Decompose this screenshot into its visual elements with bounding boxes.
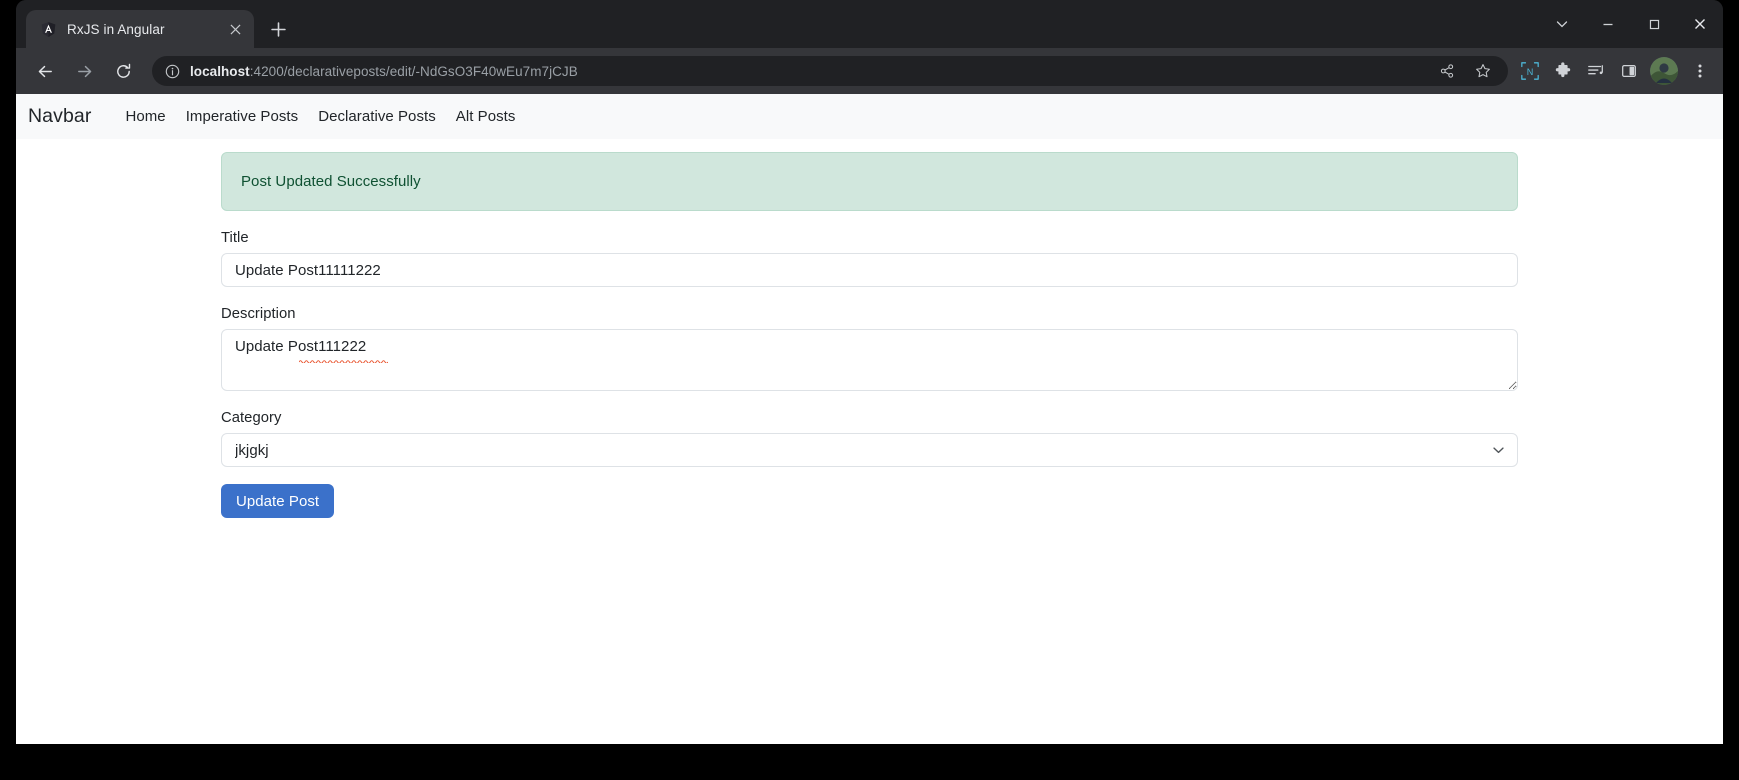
nav-link-home[interactable]: Home: [115, 108, 175, 125]
browser-window: RxJS in Angular localhost:4200/declarati…: [16, 0, 1723, 744]
update-post-button[interactable]: Update Post: [221, 484, 335, 518]
back-icon[interactable]: [30, 56, 60, 86]
nav-link-alt-posts[interactable]: Alt Posts: [446, 108, 526, 125]
title-input[interactable]: [221, 253, 1518, 287]
description-label: Description: [221, 306, 296, 322]
description-field-group: Description Update Post111222: [221, 306, 1518, 391]
nav-link-imperative-posts[interactable]: Imperative Posts: [176, 108, 309, 125]
close-window-icon[interactable]: [1677, 3, 1723, 45]
puzzle-extensions-icon[interactable]: [1547, 56, 1578, 87]
category-field-group: Category jkjgkj: [221, 410, 1518, 467]
forward-icon[interactable]: [69, 56, 99, 86]
new-tab-icon[interactable]: [263, 14, 293, 44]
description-textarea[interactable]: Update Post111222: [221, 329, 1518, 391]
browser-tab[interactable]: RxJS in Angular: [26, 10, 254, 48]
category-label: Category: [221, 410, 282, 426]
title-label: Title: [221, 230, 249, 246]
minimize-icon[interactable]: [1585, 3, 1631, 45]
nav-link-declarative-posts[interactable]: Declarative Posts: [308, 108, 446, 125]
browser-toolbar: localhost:4200/declarativeposts/edit/-Nd…: [16, 48, 1723, 94]
share-icon[interactable]: [1434, 58, 1460, 84]
category-select-wrapper: jkjgkj: [221, 433, 1518, 467]
angular-logo-icon: [40, 21, 57, 38]
page-content: Post Updated Successfully Title Descript…: [16, 139, 1723, 518]
info-circle-icon[interactable]: [165, 64, 180, 79]
navbar-brand[interactable]: Navbar: [28, 105, 91, 128]
svg-text:N: N: [1526, 67, 1533, 77]
url-host: localhost: [190, 63, 250, 79]
app-navbar: Navbar Home Imperative Posts Declarative…: [16, 94, 1723, 139]
description-wrapper: Update Post111222: [221, 329, 1518, 391]
success-alert: Post Updated Successfully: [221, 152, 1518, 211]
star-icon[interactable]: [1470, 58, 1496, 84]
maximize-icon[interactable]: [1631, 3, 1677, 45]
desktop-background: RxJS in Angular localhost:4200/declarati…: [0, 0, 1739, 780]
title-field-group: Title: [221, 230, 1518, 287]
side-panel-icon[interactable]: [1613, 56, 1644, 87]
three-dot-menu-icon[interactable]: [1684, 56, 1715, 87]
tab-title: RxJS in Angular: [67, 21, 165, 37]
reload-icon[interactable]: [108, 56, 138, 86]
url-path: :4200/declarativeposts/edit/-NdGsO3F40wE…: [249, 63, 578, 79]
success-alert-message: Post Updated Successfully: [241, 173, 421, 190]
notion-extension-icon[interactable]: N: [1514, 56, 1545, 87]
window-controls: [1539, 0, 1723, 48]
chevron-down-icon[interactable]: [1539, 3, 1585, 45]
tab-strip: RxJS in Angular: [16, 0, 1723, 48]
avatar[interactable]: [1650, 57, 1678, 85]
close-icon[interactable]: [224, 18, 246, 40]
edit-post-form: Post Updated Successfully Title Descript…: [221, 139, 1518, 518]
submit-row: Update Post: [221, 484, 1518, 518]
page-viewport: Navbar Home Imperative Posts Declarative…: [16, 94, 1723, 744]
address-bar[interactable]: localhost:4200/declarativeposts/edit/-Nd…: [152, 56, 1508, 86]
category-select[interactable]: jkjgkj: [221, 433, 1518, 467]
reading-list-icon[interactable]: [1580, 56, 1611, 87]
url-text: localhost:4200/declarativeposts/edit/-Nd…: [190, 64, 1424, 79]
